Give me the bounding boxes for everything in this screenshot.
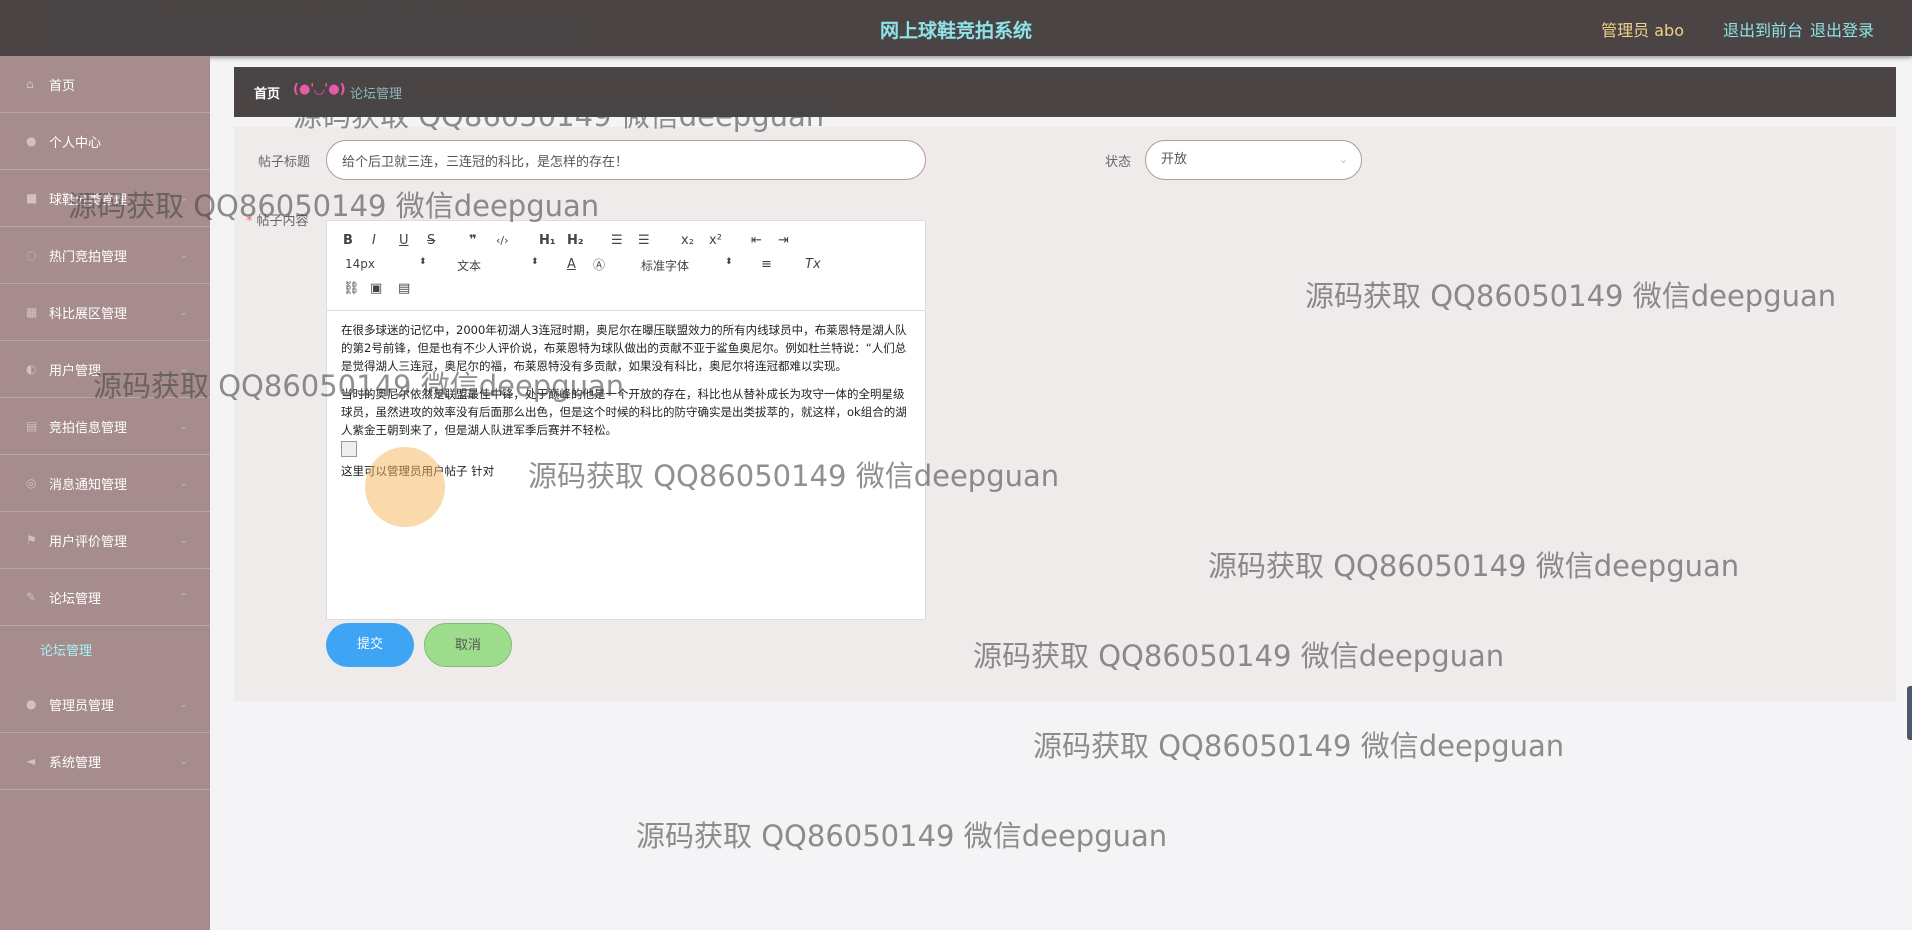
sidebar-item-system[interactable]: ◄ 系统管理 ⌄ xyxy=(0,733,210,790)
image-icon[interactable]: ▣ xyxy=(370,281,382,297)
video-icon[interactable]: ▤ xyxy=(398,281,410,297)
forum-icon: ✎ xyxy=(26,589,37,604)
chevron-down-icon: ⌄ xyxy=(179,306,188,318)
watermark: 源码获取 QQ86050149 微信deepguan xyxy=(68,189,600,223)
exit-to-front-link[interactable]: 退出到前台 xyxy=(1723,17,1803,41)
font-color-icon[interactable]: A xyxy=(567,257,576,273)
rich-text-editor: B I U S ❞ ‹/› H₁ H₂ ☰ ☰ x₂ x² ⇤ ⇥ 14px ⬍… xyxy=(326,220,926,620)
sidebar-item-label: 论坛管理 xyxy=(49,591,102,607)
cursor-highlight xyxy=(365,447,445,527)
sidebar-item-reviews[interactable]: ⚑ 用户评价管理 ⌄ xyxy=(0,512,210,569)
status-field-label: 状态 xyxy=(1105,155,1132,170)
italic-icon[interactable]: I xyxy=(372,233,376,249)
sidebar-item-label: 管理员管理 xyxy=(49,698,115,714)
sidebar-item-auction-info[interactable]: ▤ 竞拍信息管理 ⌄ xyxy=(0,398,210,455)
strikethrough-icon[interactable]: S xyxy=(427,233,435,249)
chevron-down-icon: ⌄ xyxy=(179,534,188,546)
bold-icon[interactable]: B xyxy=(343,233,353,249)
ordered-list-icon[interactable]: ☰ xyxy=(611,233,623,249)
bullet-list-icon[interactable]: ☰ xyxy=(638,233,650,249)
chevron-up-icon: ⌃ xyxy=(179,591,188,603)
select-arrows-icon: ⬍ xyxy=(419,257,427,267)
chevron-down-icon: ⌄ xyxy=(179,420,188,432)
status-select-value: 开放 xyxy=(1161,152,1188,167)
watermark: 源码获取 QQ86050149 微信deepguan xyxy=(93,369,625,403)
chevron-down-icon: ⌄ xyxy=(179,249,188,261)
sidebar-item-label: 用户评价管理 xyxy=(49,534,128,550)
watermark: 源码获取 QQ86050149 微信deepguan xyxy=(636,819,1168,853)
watermark: 源码获取 QQ86050149 微信deepguan xyxy=(973,639,1505,673)
watermark: 源码获取 QQ86050149 微信deepguan xyxy=(1305,279,1837,313)
chevron-down-icon: ⌄ xyxy=(179,755,188,767)
font-family-select[interactable]: 标准字体 ⬍ xyxy=(641,257,737,273)
indent-icon[interactable]: ⇥ xyxy=(778,233,789,249)
document-icon: ▤ xyxy=(26,418,38,433)
settings-icon: ◄ xyxy=(26,753,36,768)
background-color-icon[interactable]: Ⓐ xyxy=(593,257,605,273)
admin-label: 管理员 abo xyxy=(1601,21,1684,40)
editor-toolbar: B I U S ❞ ‹/› H₁ H₂ ☰ ☰ x₂ x² ⇤ ⇥ 14px ⬍… xyxy=(327,221,925,311)
title-field-label: 帖子标题 xyxy=(258,155,311,170)
font-size-value: 14px xyxy=(345,257,375,271)
underline-icon[interactable]: U xyxy=(399,233,409,249)
submit-button[interactable]: 提交 xyxy=(326,623,414,667)
clock-icon: ◌ xyxy=(26,247,37,262)
font-size-select[interactable]: 14px ⬍ xyxy=(345,257,431,273)
sidebar-item-label: 个人中心 xyxy=(49,135,102,151)
paragraph-type-value: 文本 xyxy=(457,259,482,273)
blockquote-icon[interactable]: ❞ xyxy=(469,233,477,249)
sidebar-item-notifications[interactable]: ◎ 消息通知管理 ⌄ xyxy=(0,455,210,512)
sidebar-item-label: 竞拍信息管理 xyxy=(49,420,128,436)
paragraph-type-select[interactable]: 文本 ⬍ xyxy=(457,257,543,273)
sidebar-item-label: 首页 xyxy=(49,78,76,94)
sidebar-item-label: 消息通知管理 xyxy=(49,477,128,493)
sidebar-item-kobe-zone[interactable]: ▦ 科比展区管理 ⌄ xyxy=(0,284,210,341)
font-family-value: 标准字体 xyxy=(641,259,690,273)
grid-icon: ▦ xyxy=(26,304,38,319)
submenu-item-forum-manage[interactable]: 论坛管理 xyxy=(0,627,210,671)
link-icon[interactable]: ⛓ xyxy=(343,281,360,297)
code-block-icon[interactable]: ‹/› xyxy=(496,233,509,249)
submenu-item-label: 论坛管理 xyxy=(40,643,93,659)
user-icon: ● xyxy=(26,133,37,148)
scroll-handle[interactable] xyxy=(1907,686,1912,740)
cancel-button[interactable]: 取消 xyxy=(424,623,512,667)
breadcrumb-home[interactable]: 首页 xyxy=(254,83,280,102)
heading-1-icon[interactable]: H₁ xyxy=(539,233,556,249)
select-arrows-icon: ⬍ xyxy=(725,257,733,267)
folder-icon: ■ xyxy=(26,190,38,205)
align-icon[interactable]: ≡ xyxy=(761,257,772,273)
watermark: 源码获取 QQ86050149 微信deepguan xyxy=(1208,549,1740,583)
watermark: 源码获取 QQ86050149 微信deepguan xyxy=(528,459,1060,493)
watermark: 源码获取 QQ86050149 微信deepguan xyxy=(293,99,825,133)
clear-format-icon[interactable]: Tx xyxy=(805,257,821,273)
sidebar-item-label: 科比展区管理 xyxy=(49,306,128,322)
heading-2-icon[interactable]: H₂ xyxy=(567,233,584,249)
outdent-icon[interactable]: ⇤ xyxy=(751,233,762,249)
sidebar-item-admins[interactable]: ● 管理员管理 ⌄ xyxy=(0,676,210,733)
users-icon: ◐ xyxy=(26,361,37,376)
sidebar-item-profile[interactable]: ● 个人中心 xyxy=(0,113,210,170)
broken-image-icon xyxy=(341,441,357,457)
subscript-icon[interactable]: x₂ xyxy=(681,233,694,249)
sidebar-item-label: 热门竞拍管理 xyxy=(49,249,128,265)
sidebar-item-home[interactable]: ⌂ 首页 xyxy=(0,56,210,113)
admin-icon: ● xyxy=(26,696,37,711)
watermark: 源码获取 QQ86050149 微信deepguan xyxy=(48,10,580,44)
title-input[interactable] xyxy=(326,140,926,180)
sidebar-item-forum[interactable]: ✎ 论坛管理 ⌃ xyxy=(0,569,210,626)
superscript-icon[interactable]: x² xyxy=(709,233,722,249)
bell-icon: ◎ xyxy=(26,475,37,490)
select-arrows-icon: ⬍ xyxy=(531,257,539,267)
watermark: 源码获取 QQ86050149 微信deepguan xyxy=(1033,729,1565,763)
logout-link[interactable]: 退出登录 xyxy=(1810,17,1874,41)
status-select[interactable]: 开放 ⌄ xyxy=(1145,140,1362,180)
home-icon: ⌂ xyxy=(26,76,34,91)
chevron-down-icon: ⌄ xyxy=(1338,153,1348,166)
comment-icon: ⚑ xyxy=(26,532,37,547)
sidebar-item-hot-auction[interactable]: ◌ 热门竞拍管理 ⌄ xyxy=(0,227,210,284)
chevron-down-icon: ⌄ xyxy=(179,477,188,489)
chevron-down-icon: ⌄ xyxy=(179,698,188,710)
sidebar-item-label: 系统管理 xyxy=(49,755,102,771)
